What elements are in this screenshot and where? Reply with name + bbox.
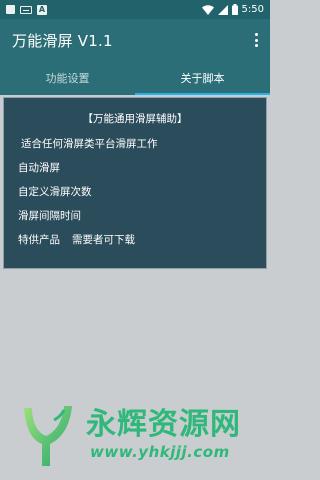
- app-bar: 万能滑屏 V1.1: [0, 19, 270, 61]
- status-bar-notifications: A: [6, 4, 47, 15]
- about-line: 滑屏间隔时间: [18, 210, 81, 222]
- app-title: 万能滑屏 V1.1: [12, 31, 113, 50]
- watermark-title: 永辉资源网: [86, 407, 241, 442]
- square-notification-icon: [6, 5, 15, 14]
- signal-icon: [217, 4, 228, 15]
- about-line: 适合任何滑屏类平台滑屏工作: [21, 138, 158, 150]
- watermark-url: www.yhkjjj.com: [90, 443, 230, 461]
- keyboard-icon: [20, 5, 32, 14]
- app-screen: A 5:50 万能滑屏 V1.1 功能设置 关于脚本 【万能通用滑屏辅助】 适合…: [0, 0, 270, 480]
- about-title: 【万能通用滑屏辅助】: [82, 113, 188, 125]
- site-watermark: 永辉资源网 www.yhkjjj.com: [18, 400, 270, 470]
- about-footer-left: 特供产品: [18, 234, 60, 246]
- tab-function-settings[interactable]: 功能设置: [0, 61, 135, 95]
- status-bar-system: 5:50: [201, 4, 264, 15]
- about-footer-right: 需要者可下载: [72, 234, 135, 246]
- status-time: 5:50: [241, 4, 264, 15]
- tab-bar: 功能设置 关于脚本: [0, 61, 270, 95]
- battery-icon: [231, 4, 238, 15]
- overflow-menu-icon[interactable]: [252, 31, 260, 49]
- about-footer: 特供产品 需要者可下载: [18, 232, 135, 247]
- letter-a-icon: A: [37, 4, 47, 15]
- status-bar: A 5:50: [0, 0, 270, 19]
- wifi-icon: [201, 4, 214, 15]
- watermark-logo-icon: [24, 406, 72, 466]
- about-line: 自动滑屏: [18, 162, 60, 174]
- about-card: 【万能通用滑屏辅助】 适合任何滑屏类平台滑屏工作 自动滑屏 自定义滑屏次数 滑屏…: [3, 97, 267, 269]
- tab-about-script[interactable]: 关于脚本: [135, 61, 270, 95]
- about-line: 自定义滑屏次数: [18, 186, 92, 198]
